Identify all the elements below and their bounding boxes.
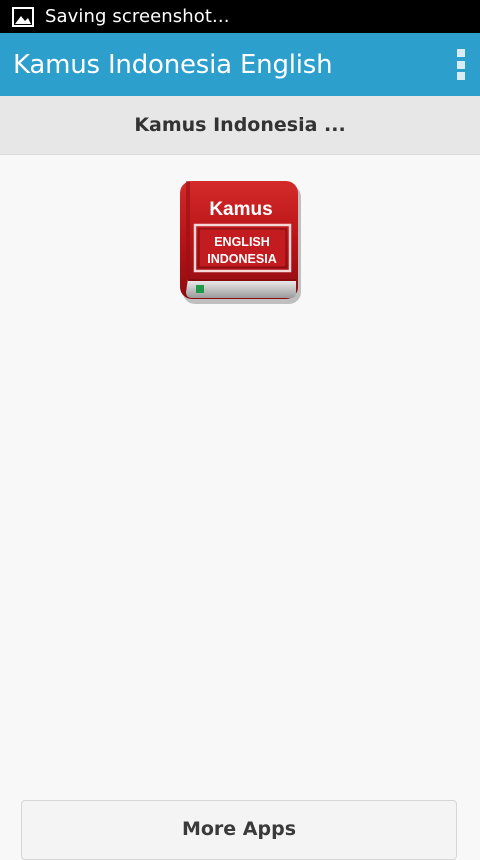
app-tile-kamus[interactable]: Kamus ENGLISH INDONESIA xyxy=(180,181,302,305)
more-apps-button[interactable]: More Apps xyxy=(21,800,457,860)
overflow-menu-icon[interactable] xyxy=(456,49,466,80)
more-apps-label: More Apps xyxy=(181,818,297,840)
book-subtitle-line1: ENGLISH xyxy=(214,235,270,249)
dictionary-book-icon: Kamus ENGLISH INDONESIA xyxy=(180,181,301,304)
status-notification-text: Saving screenshot... xyxy=(45,6,230,27)
app-title: Kamus Indonesia English xyxy=(13,49,333,80)
book-title-text: Kamus xyxy=(209,199,272,220)
action-bar: Kamus Indonesia English xyxy=(0,33,480,96)
image-icon xyxy=(12,6,34,27)
status-bar: Saving screenshot... xyxy=(0,0,480,33)
section-header: Kamus Indonesia ... xyxy=(0,96,480,155)
book-subtitle-line2: INDONESIA xyxy=(207,252,276,266)
section-title: Kamus Indonesia ... xyxy=(134,114,346,136)
